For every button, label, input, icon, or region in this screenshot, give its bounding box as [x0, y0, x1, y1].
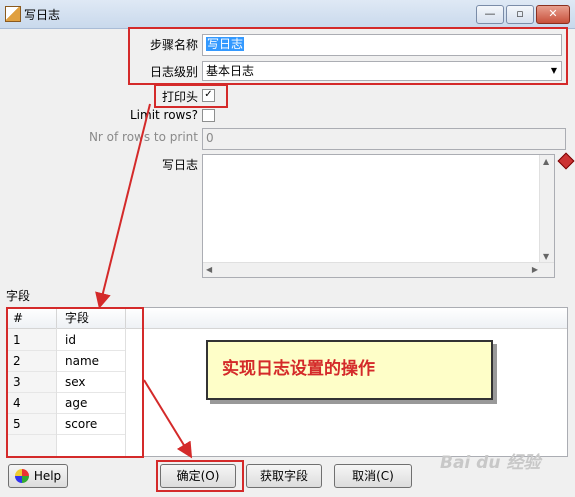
arrow-to-fields — [95, 103, 151, 309]
arrow-to-ok — [143, 379, 193, 459]
annotation-arrows — [95, 103, 193, 459]
